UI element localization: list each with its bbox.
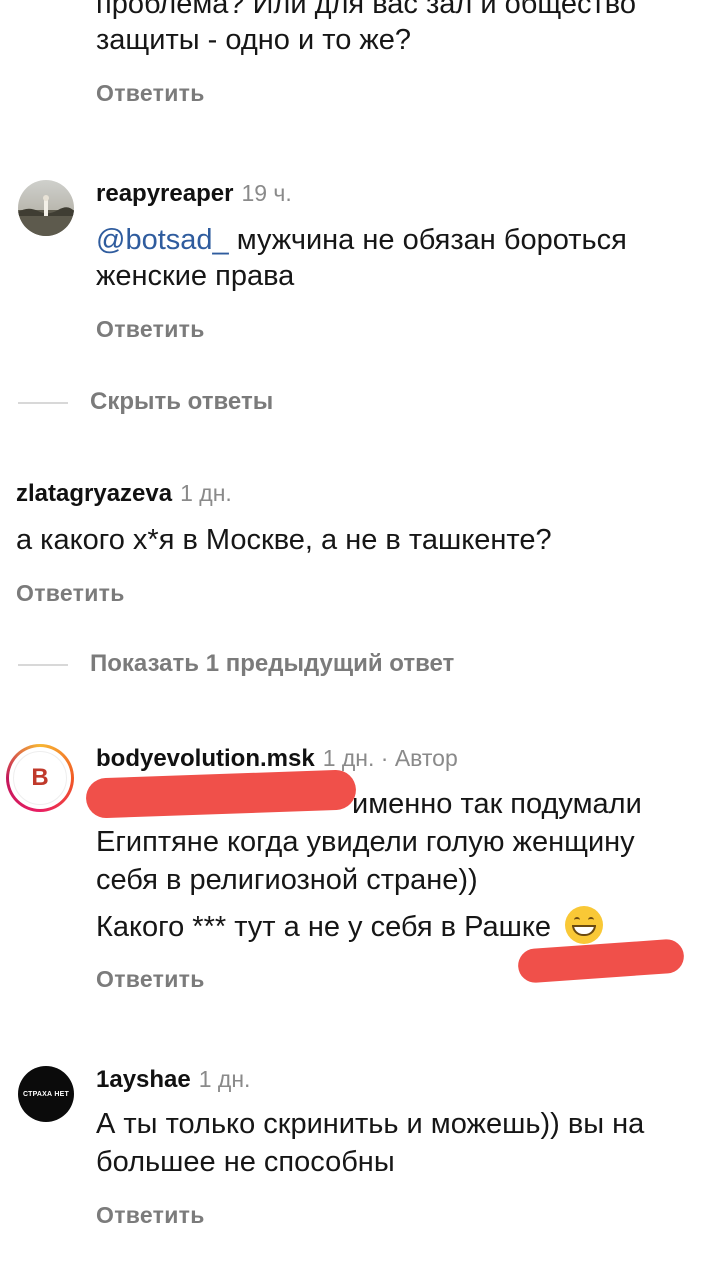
reply-button[interactable]: Ответить — [96, 966, 205, 993]
timestamp: 1 дн. — [180, 480, 232, 506]
avatar-story-ring[interactable]: B — [6, 744, 74, 812]
comment-text-line: Египтяне когда увидели голую женщину — [96, 826, 635, 858]
timestamp: 1 дн. — [198, 1066, 251, 1092]
comment-text-line: себя в религиозной стране)) — [96, 864, 478, 896]
reply-button[interactable]: Ответить — [96, 316, 205, 343]
avatar: B — [13, 751, 67, 805]
comment-text-line: женские права — [96, 260, 295, 292]
avatar-logo-letter: B — [31, 764, 49, 791]
reply-button[interactable]: Ответить — [16, 580, 125, 607]
comment-text-line: а какого х*я в Москве, а не в ташкенте? — [16, 524, 552, 556]
redaction-mark — [85, 769, 357, 819]
comment-header: 1ayshae 1 дн. — [96, 1066, 250, 1094]
comment-text-line: защиты - одно и то же? — [96, 24, 412, 56]
comment-text-line: большее не способны — [96, 1146, 395, 1178]
reply-button[interactable]: Ответить — [96, 80, 205, 107]
comment-text: мужчина не обязан бороться — [228, 224, 627, 256]
username[interactable]: 1ayshae — [96, 1066, 191, 1093]
comment-header: bodyevolution.msk 1 дн. · Автор — [96, 745, 458, 773]
redaction-mark — [517, 938, 685, 984]
avatar-logo-text: СТРАХА НЕТ — [23, 1090, 69, 1098]
comment-text-line: именно так подумали — [352, 788, 642, 820]
comment-text-line: проблема? Или для вас зал и общество — [96, 0, 637, 20]
thread-divider — [18, 664, 68, 666]
comment-header: reapyreaper 19 ч. — [96, 180, 292, 208]
grinning-emoji-icon — [565, 906, 604, 944]
show-previous-reply-button[interactable]: Показать 1 предыдущий ответ — [90, 650, 454, 678]
timestamp: 19 ч. — [241, 180, 292, 206]
mention-link[interactable]: @botsad_ — [96, 224, 229, 256]
comment-text-line: А ты только скринитьь и можешь)) вы на — [96, 1108, 645, 1140]
timestamp: 1 дн. · Автор — [322, 745, 458, 771]
hide-replies-button[interactable]: Скрыть ответы — [90, 388, 273, 416]
username[interactable]: bodyevolution.msk — [96, 745, 315, 772]
username[interactable]: zlatagryazeva — [16, 480, 172, 507]
avatar[interactable] — [18, 180, 74, 236]
reply-button[interactable]: Ответить — [96, 1202, 205, 1229]
username[interactable]: reapyreaper — [96, 180, 233, 207]
avatar-photo — [18, 180, 74, 236]
thread-divider — [18, 402, 68, 404]
comment-header: zlatagryazeva 1 дн. — [16, 480, 232, 508]
comment-text-line: @botsad_ мужчина не обязан бороться — [96, 222, 627, 258]
comment-text: Какого *** тут а не у себя в Рашке — [96, 911, 552, 943]
avatar[interactable]: СТРАХА НЕТ — [18, 1066, 74, 1122]
comment-text-line: Какого *** тут а не у себя в Рашке — [96, 906, 604, 945]
